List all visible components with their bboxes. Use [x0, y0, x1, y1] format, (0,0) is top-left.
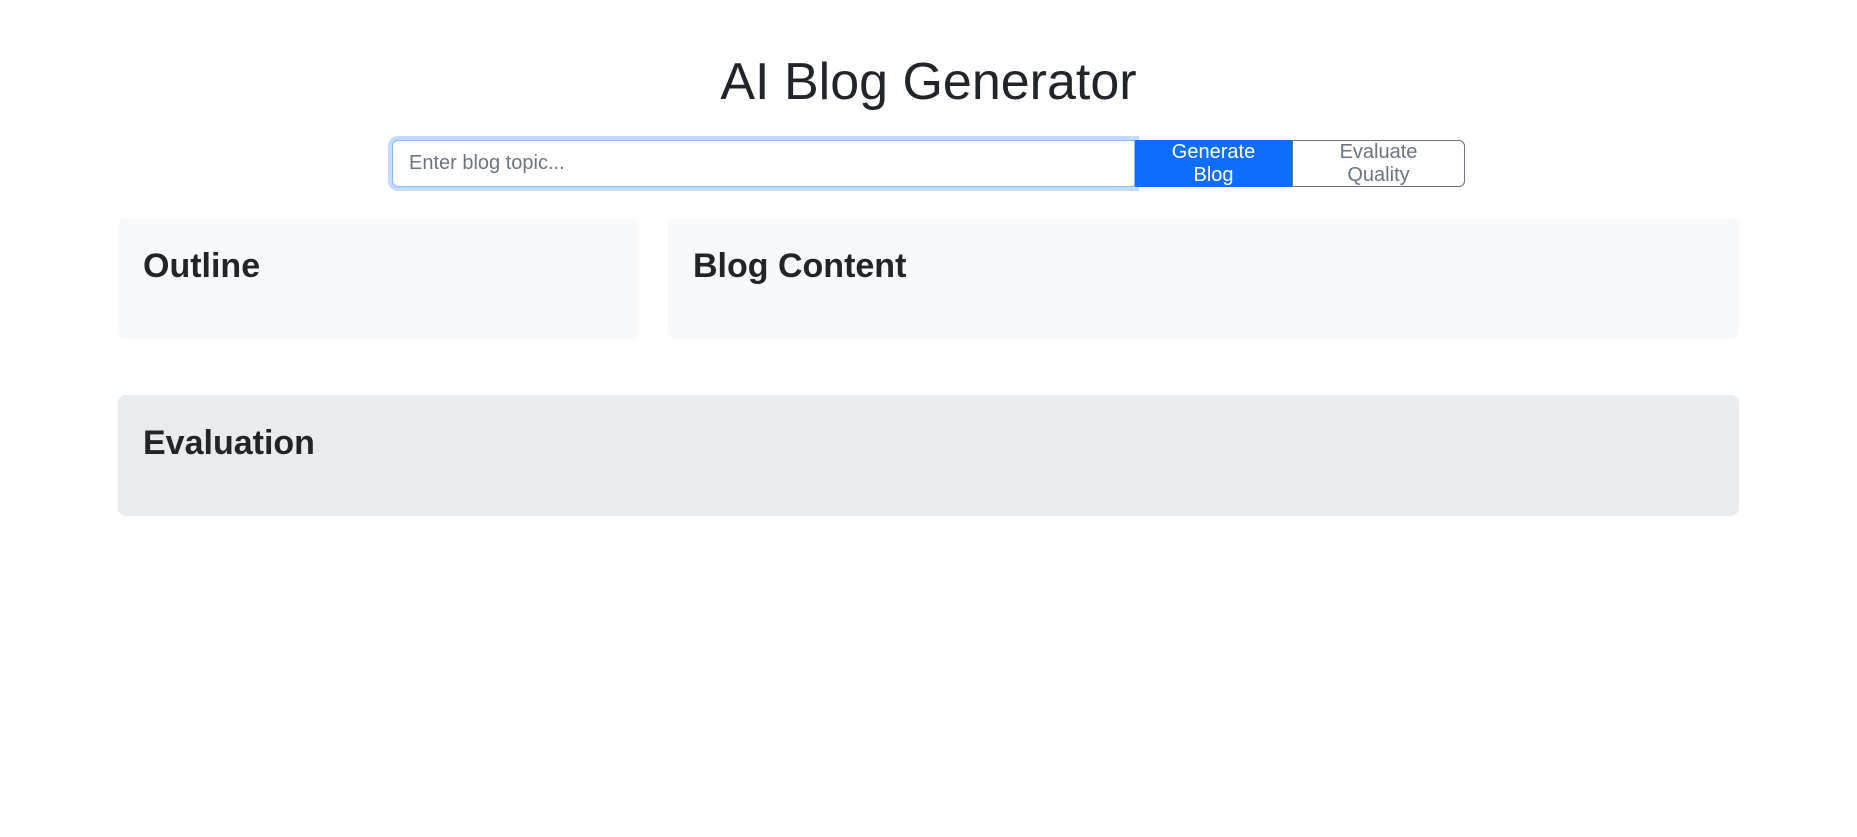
evaluation-title: Evaluation	[143, 424, 315, 462]
evaluate-quality-button[interactable]: Evaluate Quality	[1292, 140, 1465, 187]
outline-title: Outline	[143, 247, 261, 285]
blog-topic-input[interactable]	[392, 140, 1135, 187]
outline-panel: Outline	[118, 218, 638, 339]
evaluation-panel: Evaluation	[118, 395, 1739, 516]
generate-blog-button[interactable]: Generate Blog	[1135, 140, 1292, 187]
blog-content-title: Blog Content	[693, 247, 907, 285]
page: AI Blog Generator Generate Blog Evaluate…	[0, 0, 1857, 837]
blog-content-panel: Blog Content	[668, 218, 1739, 339]
page-title: AI Blog Generator	[720, 53, 1137, 111]
topic-input-group: Generate Blog Evaluate Quality	[392, 140, 1465, 187]
